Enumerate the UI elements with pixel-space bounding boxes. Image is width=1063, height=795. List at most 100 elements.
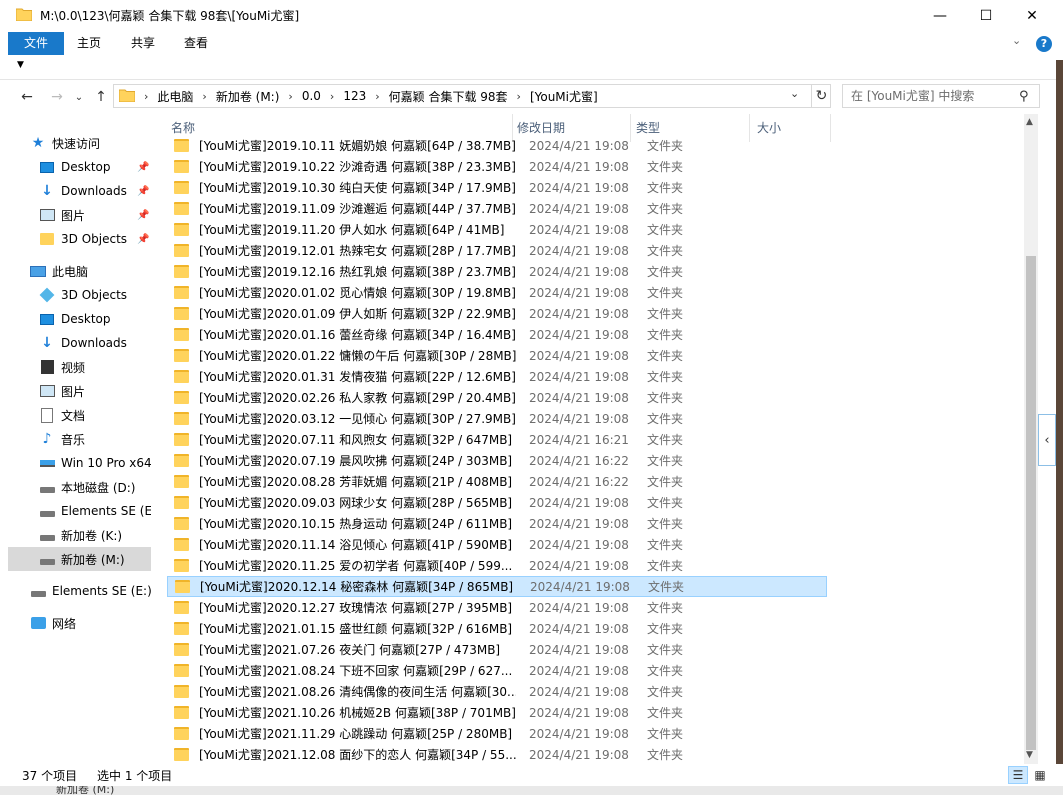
breadcrumb-collection[interactable]: 何嘉颖 合集下载 98套 [389,88,508,105]
nav-desktop[interactable]: Desktop [8,307,151,331]
chevron-right-icon[interactable]: › [375,90,379,103]
nav-win10-drive[interactable]: Win 10 Pro x64 [8,451,151,475]
chevron-right-icon[interactable]: › [330,90,334,103]
file-row[interactable]: [YouMi尤蜜]2019.10.22 沙滩奇遇 何嘉颖[38P / 23.3M… [167,156,827,177]
up-button[interactable]: ↑ [90,86,112,108]
file-row[interactable]: [YouMi尤蜜]2019.10.30 纯白天使 何嘉颖[34P / 17.9M… [167,177,827,198]
close-button[interactable]: ✕ [1009,0,1055,31]
chevron-right-icon[interactable]: › [517,90,521,103]
scrollbar-thumb[interactable] [1026,256,1036,750]
nav-local-disk-d[interactable]: 本地磁盘 (D:) [8,475,151,499]
nav-volume-m[interactable]: 新加卷 (M:) [8,547,151,571]
address-bar[interactable]: › 此电脑 › 新加卷 (M:) › 0.0 › 123 › 何嘉颖 合集下载 … [113,84,831,108]
file-row[interactable]: [YouMi尤蜜]2021.08.24 下班不回家 何嘉颖[29P / 627.… [167,660,827,681]
nav-pictures-pinned[interactable]: 图片 📌 [8,203,151,227]
quick-access-toolbar: ▼ [0,56,1063,80]
customize-toolbar-icon[interactable]: ▼ [17,60,24,70]
tab-file[interactable]: 文件 [8,32,64,55]
forward-button[interactable]: → [46,86,68,108]
file-row[interactable]: [YouMi尤蜜]2020.08.28 芳菲妩媚 何嘉颖[21P / 408MB… [167,471,827,492]
chevron-left-icon[interactable]: ‹ [1038,414,1056,466]
file-row[interactable]: [YouMi尤蜜]2021.11.29 心跳躁动 何嘉颖[25P / 280MB… [167,723,827,744]
file-row[interactable]: [YouMi尤蜜]2020.01.09 伊人如斯 何嘉颖[32P / 22.9M… [167,303,827,324]
nav-elements-se-root[interactable]: Elements SE (E:) [8,579,151,603]
breadcrumb-123[interactable]: 123 [343,89,366,103]
refresh-icon[interactable]: ↻ [811,85,831,107]
file-list: ⌃ 名称 修改日期 类型 大小 [YouMi尤蜜]2019.10.11 妩媚奶娘… [160,114,1024,764]
file-row[interactable]: [YouMi尤蜜]2020.09.03 网球少女 何嘉颖[28P / 565MB… [167,492,827,513]
help-icon[interactable]: ? [1036,36,1052,52]
vertical-scrollbar[interactable]: ▲ ▼ [1024,114,1038,764]
file-row[interactable]: [YouMi尤蜜]2020.10.15 热身运动 何嘉颖[24P / 611MB… [167,513,827,534]
breadcrumb-this-pc[interactable]: 此电脑 [157,88,193,105]
large-icons-view-icon[interactable]: ▦ [1030,766,1050,784]
file-row[interactable]: [YouMi尤蜜]2020.01.31 发情夜猫 何嘉颖[22P / 12.6M… [167,366,827,387]
file-name: [YouMi尤蜜]2020.12.14 秘密森林 何嘉颖[34P / 865MB… [200,580,514,594]
nav-videos[interactable]: 视频 [8,355,151,379]
file-row[interactable]: [YouMi尤蜜]2020.12.27 玫瑰情浓 何嘉颖[27P / 395MB… [167,597,827,618]
file-date: 2024/4/21 19:08 [529,684,629,699]
folder-icon [174,685,189,698]
search-input[interactable] [851,86,1019,106]
file-row[interactable]: [YouMi尤蜜]2020.11.14 浴见倾心 何嘉颖[41P / 590MB… [167,534,827,555]
nav-elements-se-e[interactable]: Elements SE (E: [8,499,151,523]
file-row[interactable]: [YouMi尤蜜]2021.10.26 机械姬2B 何嘉颖[38P / 701M… [167,702,827,723]
nav-downloads[interactable]: ↓ Downloads [8,331,151,355]
breadcrumb-0-0[interactable]: 0.0 [302,89,321,103]
file-row[interactable]: [YouMi尤蜜]2019.11.20 伊人如水 何嘉颖[64P / 41MB]… [167,219,827,240]
file-row[interactable]: [YouMi尤蜜]2020.02.26 私人家教 何嘉颖[29P / 20.4M… [167,387,827,408]
tab-home[interactable]: 主页 [66,32,112,55]
file-row[interactable]: [YouMi尤蜜]2021.12.08 面纱下的恋人 何嘉颖[34P / 55.… [167,744,827,764]
tab-view[interactable]: 查看 [173,32,219,55]
chevron-down-icon[interactable]: ⌄ [1012,34,1021,47]
tab-share[interactable]: 共享 [120,32,166,55]
chevron-right-icon[interactable]: › [288,90,292,103]
file-row[interactable]: [YouMi尤蜜]2020.03.12 一见倾心 何嘉颖[30P / 27.9M… [167,408,827,429]
breadcrumb-volume-m[interactable]: 新加卷 (M:) [216,88,280,105]
nav-documents[interactable]: 文档 [8,403,151,427]
maximize-button[interactable]: ☐ [963,0,1009,31]
scroll-up-icon[interactable]: ▲ [1026,117,1033,127]
address-history-icon[interactable]: ⌄ [790,87,799,100]
nav-downloads-pinned[interactable]: ↓ Downloads 📌 [8,179,151,203]
scroll-down-icon[interactable]: ▼ [1026,750,1033,760]
nav-desktop-pinned[interactable]: Desktop 📌 [8,155,151,179]
chevron-right-icon[interactable]: › [144,90,148,103]
file-name: [YouMi尤蜜]2020.11.25 爱の初学者 何嘉颖[40P / 599.… [199,559,513,573]
file-row[interactable]: [YouMi尤蜜]2020.12.14 秘密森林 何嘉颖[34P / 865MB… [167,576,827,597]
nav-pictures[interactable]: 图片 [8,379,151,403]
file-row[interactable]: [YouMi尤蜜]2020.01.16 蕾丝奇缘 何嘉颖[34P / 16.4M… [167,324,827,345]
file-row[interactable]: [YouMi尤蜜]2019.12.01 热辣宅女 何嘉颖[28P / 17.7M… [167,240,827,261]
nav-3d-objects-pinned[interactable]: 3D Objects 📌 [8,227,151,251]
file-row[interactable]: [YouMi尤蜜]2020.11.25 爱の初学者 何嘉颖[40P / 599.… [167,555,827,576]
file-row[interactable]: [YouMi尤蜜]2019.11.09 沙滩邂逅 何嘉颖[44P / 37.7M… [167,198,827,219]
details-view-icon[interactable]: ☰ [1008,766,1028,784]
minimize-button[interactable]: — [917,0,963,31]
folder-icon [174,391,189,404]
nav-music[interactable]: ♪ 音乐 [8,427,151,451]
search-icon[interactable]: ⚲ [1019,89,1039,104]
nav-this-pc[interactable]: 此电脑 [8,259,151,283]
file-row[interactable]: [YouMi尤蜜]2021.01.15 盛世红颜 何嘉颖[32P / 616MB… [167,618,827,639]
recent-locations-icon[interactable]: ⌄ [72,86,86,108]
nav-label: Downloads [61,184,127,198]
file-row[interactable]: [YouMi尤蜜]2020.07.11 和风煦女 何嘉颖[32P / 647MB… [167,429,827,450]
file-row[interactable]: [YouMi尤蜜]2020.07.19 晨风吹拂 何嘉颖[24P / 303MB… [167,450,827,471]
file-row[interactable]: [YouMi尤蜜]2020.01.22 慵懒の午后 何嘉颖[30P / 28MB… [167,345,827,366]
nav-quick-access[interactable]: ★ 快速访问 [8,131,151,155]
search-box[interactable]: ⚲ [842,84,1040,108]
nav-label: 音乐 [61,432,86,447]
file-name: [YouMi尤蜜]2019.10.30 纯白天使 何嘉颖[34P / 17.9M… [199,181,516,195]
nav-3d-objects[interactable]: 3D Objects [8,283,151,307]
breadcrumb-youmi[interactable]: [YouMi尤蜜] [530,88,598,105]
chevron-right-icon[interactable]: › [202,90,206,103]
file-row[interactable]: [YouMi尤蜜]2020.01.02 觅心情娘 何嘉颖[30P / 19.8M… [167,282,827,303]
file-row[interactable]: [YouMi尤蜜]2021.08.26 清纯偶像的夜间生活 何嘉颖[30... 2… [167,681,827,702]
back-button[interactable]: ← [16,86,38,108]
nav-network[interactable]: 网络 [8,611,151,635]
windows-drive-icon [39,455,55,471]
file-row[interactable]: [YouMi尤蜜]2019.12.16 热红乳娘 何嘉颖[38P / 23.7M… [167,261,827,282]
nav-volume-k[interactable]: 新加卷 (K:) [8,523,151,547]
file-row[interactable]: [YouMi尤蜜]2019.10.11 妩媚奶娘 何嘉颖[64P / 38.7M… [167,135,827,156]
file-row[interactable]: [YouMi尤蜜]2021.07.26 夜关门 何嘉颖[27P / 473MB]… [167,639,827,660]
